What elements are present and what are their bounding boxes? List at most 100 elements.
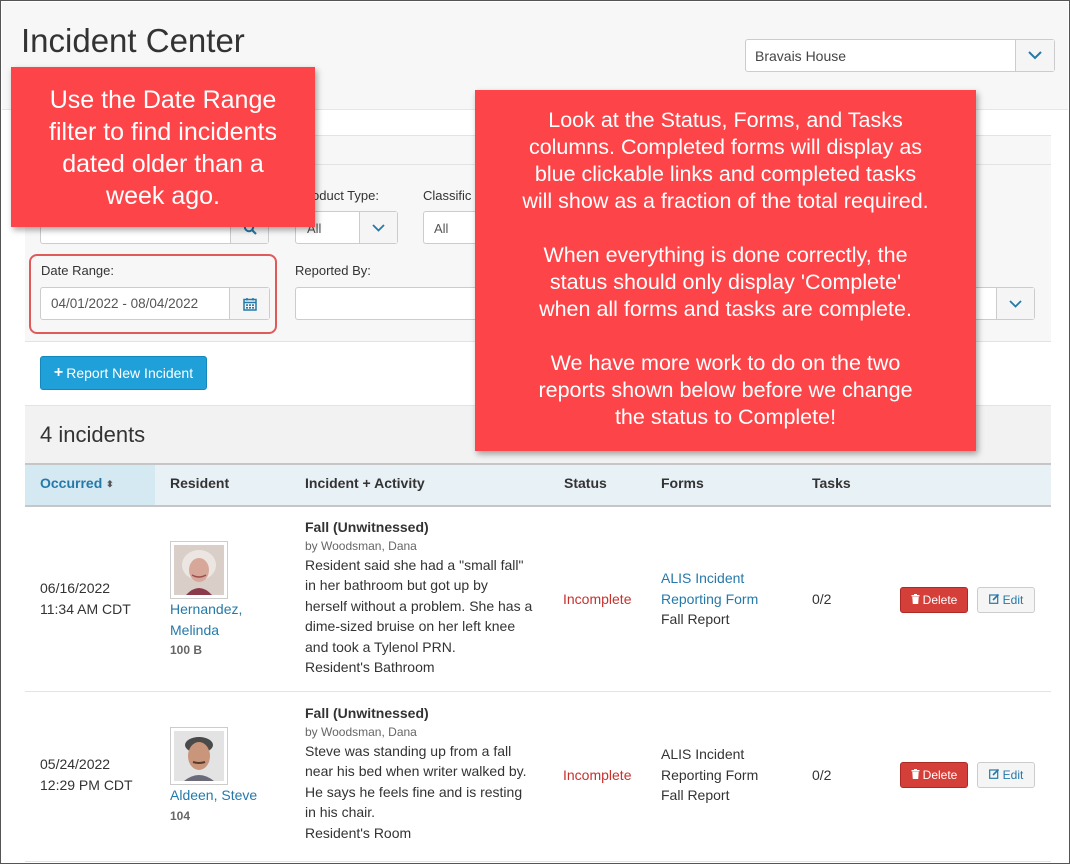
incident-location: Resident's Bathroom (305, 659, 435, 675)
resident-cell: Aldeen, Steve 104 (170, 785, 257, 826)
report-new-incident-button[interactable]: + Report New Incident (40, 356, 207, 390)
resident-link[interactable]: Hernandez, Melinda (170, 599, 242, 640)
incident-description-line: Steve was standing up from a fall (305, 742, 512, 759)
form-link-line: Reporting Form (661, 590, 759, 607)
report-new-incident-label: Report New Incident (66, 365, 194, 381)
form-fall-report: Fall Report (661, 611, 730, 627)
callout-line: columns. Completed forms will display as (528, 135, 923, 159)
edit-button[interactable]: Edit (977, 587, 1035, 613)
form-fall-report: Fall Report (661, 787, 730, 803)
incident-title: Fall (Unwitnessed) (305, 705, 429, 721)
column-header-occurred[interactable]: Occurred ⬍ (40, 475, 114, 491)
chevron-down-icon[interactable] (1015, 40, 1054, 71)
occurred-time: 12:29 PM CDT (40, 776, 133, 793)
delete-button[interactable]: Delete (900, 762, 968, 788)
occurred-cell: 06/16/2022 11:34 AM CDT (40, 578, 131, 619)
form-link-line: ALIS Incident (661, 570, 745, 586)
column-header-status[interactable]: Status (564, 475, 607, 491)
incident-cell: Fall (Unwitnessed) by Woodsman, Dana Ste… (305, 703, 545, 843)
incident-title: Fall (Unwitnessed) (305, 519, 429, 535)
callout-line: blue clickable links and completed tasks (534, 162, 917, 186)
facility-select-value: Bravais House (755, 48, 847, 64)
chevron-down-icon[interactable] (359, 212, 397, 243)
occurred-cell: 05/24/2022 12:29 PM CDT (40, 754, 133, 795)
callout-spacer (475, 323, 976, 350)
avatar[interactable] (170, 541, 228, 599)
classification-value: All (434, 221, 449, 236)
callout-line: dated older than a (62, 150, 264, 178)
room-number: 104 (170, 808, 191, 823)
incident-description-line: near his bed when writer walked by. (305, 763, 527, 779)
delete-button[interactable]: Delete (900, 587, 968, 613)
date-range-value: 04/01/2022 - 08/04/2022 (51, 296, 199, 311)
trash-icon (911, 768, 920, 782)
calendar-icon[interactable] (229, 288, 269, 319)
form-link-alis[interactable]: ALIS Incident Reporting Form (661, 568, 758, 609)
callout-line: status should only display 'Complete' (549, 270, 902, 294)
sort-icon: ⬍ (106, 479, 114, 489)
avatar[interactable] (170, 727, 228, 785)
forms-cell: ALIS Incident Reporting Form Fall Report (661, 744, 758, 806)
plus-icon: + (53, 364, 64, 381)
column-header-tasks[interactable]: Tasks (812, 475, 851, 491)
incident-cell: Fall (Unwitnessed) by Woodsman, Dana Res… (305, 517, 545, 678)
incident-description-line: and took a Tylenol PRN. (305, 638, 456, 655)
delete-label: Delete (922, 593, 958, 607)
chevron-down-icon[interactable] (996, 288, 1034, 319)
edit-label: Edit (1002, 768, 1024, 782)
incident-reporter: by Woodsman, Dana (305, 724, 417, 739)
classification-label: Classific (423, 188, 472, 203)
resident-link[interactable]: Aldeen, Steve (170, 785, 257, 806)
incident-reporter: by Woodsman, Dana (305, 538, 417, 553)
incident-description-line: dime-sized bruise on her left knee (305, 618, 516, 634)
tasks-count: 0/2 (812, 767, 832, 783)
date-range-input[interactable]: 04/01/2022 - 08/04/2022 (40, 287, 270, 320)
resident-last-name: Hernandez, (170, 601, 243, 617)
delete-label: Delete (922, 768, 958, 782)
callout-line: Use the Date Range (49, 86, 277, 114)
form-alis-line: Reporting Form (661, 766, 759, 783)
occurred-date: 06/16/2022 (40, 580, 111, 596)
forms-cell: ALIS Incident Reporting Form Fall Report (661, 568, 758, 630)
callout-line: We have more work to do on the two (550, 351, 901, 375)
tasks-count: 0/2 (812, 591, 832, 607)
column-header-incident[interactable]: Incident + Activity (305, 475, 425, 491)
column-header-occurred-label: Occurred (40, 475, 103, 491)
edit-icon (988, 593, 1000, 607)
classification-select[interactable]: All (423, 211, 483, 244)
callout-line: filter to find incidents (49, 118, 277, 146)
room-number: 100 B (170, 643, 203, 657)
callout-line: week ago. (106, 182, 220, 210)
callout-line: Look at the Status, Forms, and Tasks (548, 108, 903, 132)
facility-select[interactable]: Bravais House (745, 39, 1055, 72)
resident-first-name: Melinda (170, 621, 220, 638)
incident-description-line: in her bathroom but got up by (305, 577, 488, 593)
edit-button[interactable]: Edit (977, 762, 1035, 788)
callout-line: When everything is done correctly, the (543, 243, 908, 267)
reported-by-label: Reported By: (295, 263, 371, 278)
page-title: Incident Center (21, 22, 245, 59)
occurred-date: 05/24/2022 (40, 756, 111, 772)
callout-line: the status to Complete! (614, 405, 837, 429)
occurred-time: 11:34 AM CDT (40, 600, 131, 617)
form-alis-line: ALIS Incident (661, 746, 745, 762)
callout-line: reports shown below before we change (538, 378, 913, 402)
incident-description-line: herself without a problem. She has a (305, 597, 533, 614)
callout-line: when all forms and tasks are complete. (539, 297, 912, 321)
incident-description-line: in his chair. (305, 804, 376, 820)
app-frame: Incident Center Bravais House oduct Type… (0, 0, 1070, 864)
edit-label: Edit (1002, 593, 1024, 607)
callout-status-tip: Look at the Status, Forms, and Tasks col… (475, 90, 976, 451)
incident-location: Resident's Room (305, 824, 412, 841)
edit-icon (988, 768, 1000, 782)
incident-count: 4 incidents (40, 422, 146, 447)
resident-cell: Hernandez, Melinda 100 B (170, 599, 242, 661)
column-header-forms[interactable]: Forms (661, 475, 704, 491)
incident-description-line: He says he feels fine and is resting (305, 783, 523, 800)
date-range-label: Date Range: (41, 263, 114, 278)
callout-line: will show as a fraction of the total req… (522, 189, 929, 213)
column-header-resident[interactable]: Resident (170, 475, 229, 491)
status-badge: Incomplete (563, 767, 632, 783)
trash-icon (911, 593, 920, 607)
incident-description-line: Resident said she had a "small fall" (305, 556, 524, 573)
